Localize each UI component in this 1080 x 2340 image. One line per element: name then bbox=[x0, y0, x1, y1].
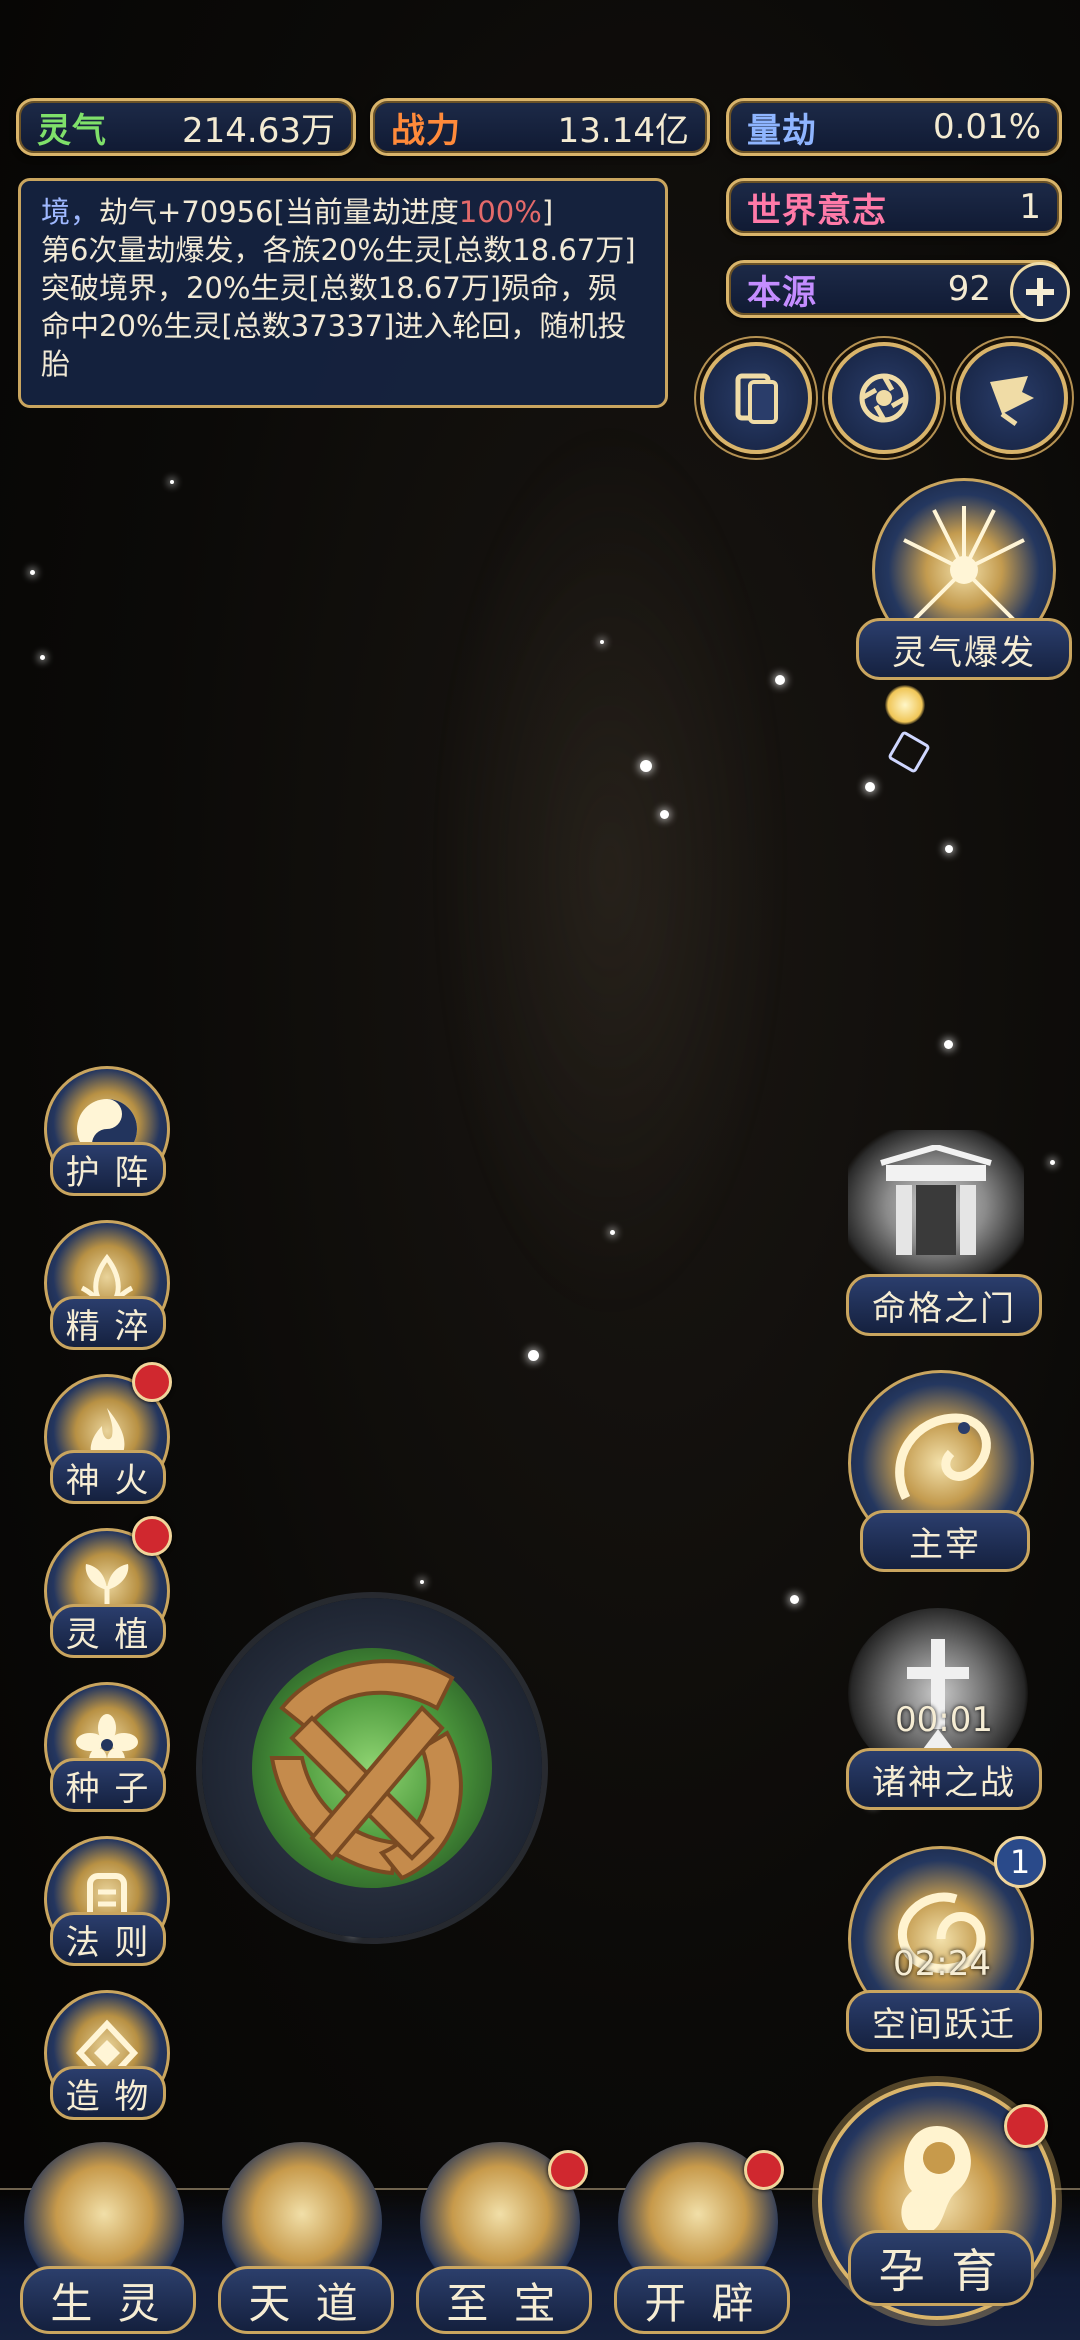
left-menu-item-zhong-zi[interactable]: 种 子 bbox=[50, 1758, 166, 1812]
event-log-main: 劫气+70956[当前量劫进度 bbox=[99, 195, 459, 229]
bottom-nav-zhi-bao[interactable]: 至 宝 bbox=[416, 2266, 592, 2334]
vortex-button[interactable] bbox=[828, 342, 940, 454]
lingqi-stat: 灵气 214.63万 bbox=[16, 98, 356, 156]
liangjie-stat: 量劫 0.01% bbox=[726, 98, 1062, 156]
card-button[interactable] bbox=[700, 342, 812, 454]
space-jump-label[interactable]: 空间跃迁 bbox=[846, 1990, 1042, 2052]
event-log-progress: 100% bbox=[458, 195, 542, 229]
event-log-body: 第6次量劫爆发，各族20%生灵[总数18.67万]突破境界，20%生灵[总数18… bbox=[41, 233, 636, 381]
lingqi-burst-label[interactable]: 灵气爆发 bbox=[856, 618, 1072, 680]
zhi-bao-badge bbox=[548, 2150, 588, 2190]
event-log-prefix: 境， bbox=[41, 195, 100, 229]
gate-icon bbox=[880, 1145, 992, 1255]
bottom-nav-yun-yu[interactable]: 孕 育 bbox=[848, 2230, 1034, 2306]
card-icon bbox=[735, 373, 778, 424]
bottom-nav-kai-pi[interactable]: 开 辟 bbox=[614, 2266, 790, 2334]
mingge-gate-label[interactable]: 命格之门 bbox=[846, 1274, 1042, 1336]
left-menu-item-jing-cui[interactable]: 精 淬 bbox=[50, 1296, 166, 1350]
liangjie-label: 量劫 bbox=[747, 110, 817, 151]
benyuan-value: 92 bbox=[947, 269, 991, 309]
add-benyuan-button[interactable] bbox=[1010, 262, 1070, 322]
world-orb[interactable] bbox=[202, 1598, 542, 1938]
left-menu-item-ling-zhi[interactable]: 灵 植 bbox=[50, 1604, 166, 1658]
event-log-line1: 境，劫气+70956[当前量劫进度100%] bbox=[41, 193, 645, 231]
wooden-cage-icon bbox=[269, 1659, 463, 1881]
ling-zhi-badge bbox=[132, 1516, 172, 1556]
zhushen-war-timer: 00:01 bbox=[895, 1700, 993, 1740]
event-log-suffix: ] bbox=[541, 195, 554, 229]
flag-button[interactable] bbox=[956, 342, 1068, 454]
bottom-nav-tian-dao[interactable]: 天 道 bbox=[218, 2266, 394, 2334]
zhanli-value: 13.14亿 bbox=[557, 110, 689, 151]
zhushen-war-label[interactable]: 诸神之战 bbox=[846, 1748, 1042, 1810]
dragon-icon bbox=[895, 1413, 991, 1501]
world-will-value: 1 bbox=[1019, 187, 1041, 227]
kai-pi-badge bbox=[744, 2150, 784, 2190]
flag-icon bbox=[990, 376, 1034, 427]
zhanli-label: 战力 bbox=[391, 110, 461, 151]
mingge-gate-button[interactable] bbox=[848, 1130, 1024, 1280]
plus-icon bbox=[1026, 278, 1054, 306]
benyuan-label: 本源 bbox=[747, 272, 817, 313]
event-log-panel: 境，劫气+70956[当前量劫进度100%] 第6次量劫爆发，各族20%生灵[总… bbox=[18, 178, 668, 408]
lingqi-label: 灵气 bbox=[37, 110, 107, 151]
yun-yu-badge bbox=[1004, 2104, 1048, 2148]
left-menu-item-zao-wu[interactable]: 造 物 bbox=[50, 2066, 166, 2120]
left-menu-item-hu-zhen[interactable]: 护 阵 bbox=[50, 1142, 166, 1196]
embryo-icon bbox=[901, 2126, 971, 2235]
left-menu-item-shen-huo[interactable]: 神 火 bbox=[50, 1450, 166, 1504]
shen-huo-badge bbox=[132, 1362, 172, 1402]
space-jump-timer: 02:24 bbox=[893, 1944, 991, 1984]
bottom-nav-sheng-ling[interactable]: 生 灵 bbox=[20, 2266, 196, 2334]
lingqi-value: 214.63万 bbox=[182, 110, 335, 151]
zhanli-stat: 战力 13.14亿 bbox=[370, 98, 710, 156]
world-will-label: 世界意志 bbox=[747, 190, 887, 231]
left-menu-item-fa-ze[interactable]: 法 则 bbox=[50, 1912, 166, 1966]
space-jump-badge: 1 bbox=[994, 1836, 1046, 1888]
liangjie-value: 0.01% bbox=[932, 107, 1041, 147]
zhuzai-label[interactable]: 主宰 bbox=[860, 1510, 1030, 1572]
vortex-icon bbox=[859, 373, 909, 423]
world-will-stat[interactable]: 世界意志 1 bbox=[726, 178, 1062, 236]
spirit-orb-icon[interactable] bbox=[885, 685, 925, 725]
